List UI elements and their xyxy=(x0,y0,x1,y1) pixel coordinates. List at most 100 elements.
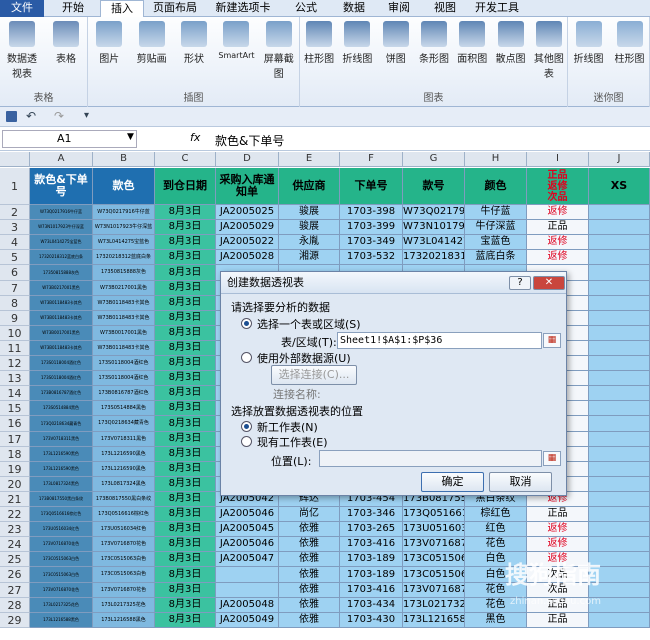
row-header[interactable]: 23 xyxy=(0,522,30,537)
ribbon-button-2-1[interactable]: 折线图 xyxy=(339,21,375,65)
row-header[interactable]: 22 xyxy=(0,507,30,522)
option-existing-sheet[interactable]: 现有工作表(E) xyxy=(257,434,328,450)
row-header[interactable]: 16 xyxy=(0,416,30,432)
option-external-source[interactable]: 使用外部数据源(U) xyxy=(257,350,351,366)
table-cell[interactable]: 173V0716870花色 xyxy=(93,537,155,552)
ribbon-button-1-0[interactable]: 图片 xyxy=(91,21,127,65)
table-cell[interactable]: 8月3日 xyxy=(155,386,216,401)
table-cell[interactable]: 173Q0516616棕红色 xyxy=(93,507,155,522)
row-header[interactable]: 6 xyxy=(0,265,30,281)
table-cell[interactable]: 17350815888灰色 xyxy=(93,265,155,281)
ribbon-button-2-2[interactable]: 饼图 xyxy=(378,21,414,65)
range-input[interactable]: Sheet1!$A$1:$P$36 xyxy=(337,332,542,349)
table-cell[interactable]: 1703-434 xyxy=(340,598,403,613)
table-cell[interactable]: 8月3日 xyxy=(155,356,216,371)
table-cell[interactable] xyxy=(589,250,650,265)
ribbon-button-0-1[interactable]: 表格 xyxy=(48,21,84,65)
table-cell[interactable]: 返修 xyxy=(527,537,589,552)
table-cell[interactable]: 173V0718311黑色 xyxy=(30,432,93,447)
table-cell[interactable] xyxy=(589,401,650,416)
table-cell[interactable]: 17320218312 xyxy=(403,250,465,265)
table-cell[interactable]: 173L1216588 xyxy=(403,613,465,628)
table-cell[interactable] xyxy=(589,386,650,401)
table-cell[interactable]: 173S0118004酒红色 xyxy=(30,356,93,371)
header-cell[interactable]: 到仓日期 xyxy=(155,168,216,205)
table-cell[interactable]: 173Q0218634藏青色 xyxy=(30,416,93,432)
table-cell[interactable]: 8月3日 xyxy=(155,250,216,265)
table-cell[interactable]: 1703-398 xyxy=(340,205,403,220)
table-cell[interactable] xyxy=(589,326,650,341)
table-cell[interactable]: 8月3日 xyxy=(155,583,216,598)
table-cell[interactable]: JA2005029 xyxy=(216,220,279,235)
table-cell[interactable]: 1703-399 xyxy=(340,220,403,235)
table-cell[interactable]: 尚亿 xyxy=(279,507,340,522)
table-cell[interactable]: 173V0718311黑色 xyxy=(93,432,155,447)
help-button[interactable]: ? xyxy=(509,276,531,290)
table-cell[interactable]: W73B0118483卡其色 xyxy=(30,296,93,311)
table-cell[interactable] xyxy=(589,492,650,507)
tab-2[interactable]: 插入 xyxy=(100,0,144,18)
row-header[interactable]: 13 xyxy=(0,371,30,386)
choose-connection-button[interactable]: 选择连接(C)... xyxy=(271,365,357,385)
table-cell[interactable]: 8月3日 xyxy=(155,462,216,477)
table-cell[interactable]: 8月3日 xyxy=(155,220,216,235)
row-header[interactable]: 2 xyxy=(0,205,30,220)
radio-new-sheet[interactable] xyxy=(241,421,252,432)
chevron-down-icon[interactable]: ▼ xyxy=(127,132,134,142)
table-cell[interactable]: W73B0118483卡其色 xyxy=(93,311,155,326)
table-cell[interactable] xyxy=(589,432,650,447)
column-header[interactable]: E xyxy=(279,152,340,167)
table-cell[interactable]: 173L1216590黑色 xyxy=(30,447,93,462)
table-cell[interactable]: 黑色 xyxy=(465,613,527,628)
table-cell[interactable]: W73L0414275宝蓝色 xyxy=(93,235,155,250)
row-header[interactable]: 5 xyxy=(0,250,30,265)
table-cell[interactable]: JA2005045 xyxy=(216,522,279,537)
table-cell[interactable]: 8月3日 xyxy=(155,477,216,492)
tab-6[interactable]: 数据 xyxy=(333,0,375,17)
table-cell[interactable]: 1703-346 xyxy=(340,507,403,522)
table-cell[interactable]: 173L1216588黑色 xyxy=(93,613,155,628)
table-cell[interactable]: W73L0414275 xyxy=(403,235,465,250)
table-cell[interactable] xyxy=(589,205,650,220)
table-cell[interactable]: 依雅 xyxy=(279,613,340,628)
ribbon-button-2-3[interactable]: 条形图 xyxy=(416,21,452,65)
table-cell[interactable]: 1703-189 xyxy=(340,552,403,567)
table-cell[interactable] xyxy=(589,507,650,522)
column-header[interactable]: I xyxy=(527,152,589,167)
ribbon-button-1-4[interactable]: 屏幕截图 xyxy=(261,21,297,80)
table-cell[interactable]: 173C0515063 xyxy=(403,567,465,583)
table-cell[interactable]: 173Q0218634藏青色 xyxy=(93,416,155,432)
row-header[interactable]: 1 xyxy=(0,168,30,205)
table-cell[interactable]: JA2005028 xyxy=(216,250,279,265)
column-header[interactable]: J xyxy=(589,152,650,167)
table-cell[interactable]: 依雅 xyxy=(279,583,340,598)
table-cell[interactable]: 173C0515063白色 xyxy=(93,567,155,583)
table-cell[interactable]: 8月3日 xyxy=(155,567,216,583)
table-cell[interactable] xyxy=(589,371,650,386)
table-cell[interactable]: W73L0414275宝蓝色 xyxy=(30,235,93,250)
header-cell[interactable]: 采购入库通知单 xyxy=(216,168,279,205)
tab-5[interactable]: 公式 xyxy=(282,0,330,17)
table-cell[interactable]: W73N1017923 xyxy=(403,220,465,235)
radio-external-source[interactable] xyxy=(241,352,252,363)
table-cell[interactable]: 173L1216588黑色 xyxy=(30,613,93,628)
table-cell[interactable]: JA2005046 xyxy=(216,507,279,522)
table-cell[interactable]: JA2005022 xyxy=(216,235,279,250)
table-cell[interactable]: 牛仔蓝 xyxy=(465,205,527,220)
table-cell[interactable] xyxy=(589,281,650,296)
row-header[interactable]: 14 xyxy=(0,386,30,401)
table-cell[interactable]: W73N1017923牛仔深蓝 xyxy=(93,220,155,235)
tab-8[interactable]: 视图 xyxy=(424,0,466,17)
select-all-corner[interactable] xyxy=(0,152,30,167)
table-cell[interactable] xyxy=(589,477,650,492)
column-header[interactable]: A xyxy=(30,152,93,167)
table-cell[interactable]: 8月3日 xyxy=(155,205,216,220)
table-cell[interactable]: 8月3日 xyxy=(155,552,216,567)
radio-select-range[interactable] xyxy=(241,318,252,329)
table-cell[interactable]: 8月3日 xyxy=(155,326,216,341)
column-header[interactable]: D xyxy=(216,152,279,167)
table-cell[interactable] xyxy=(216,583,279,598)
location-picker-icon[interactable]: ▦ xyxy=(543,451,561,466)
row-header[interactable]: 12 xyxy=(0,356,30,371)
table-cell[interactable]: 8月3日 xyxy=(155,492,216,507)
